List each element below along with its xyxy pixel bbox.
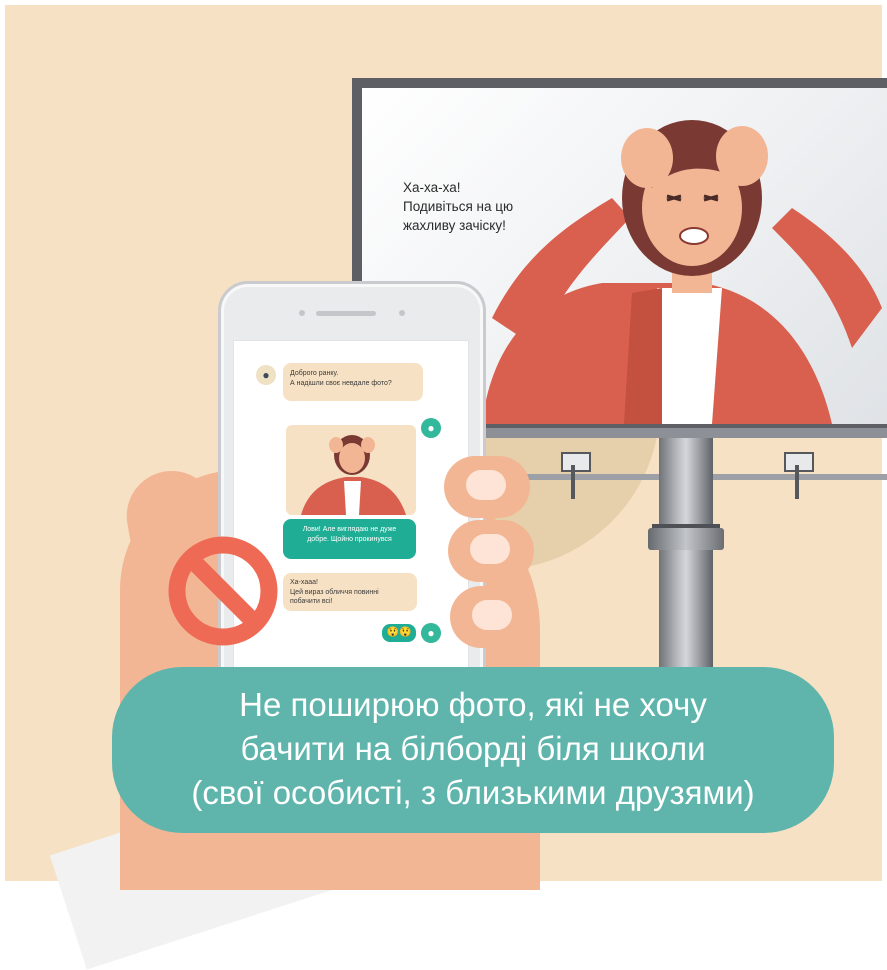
chat-message-outgoing: Лови! Але виглядаю не дуже добре. Щойно … — [283, 519, 416, 559]
person-icon: ● — [427, 626, 435, 640]
user-avatar: ● — [421, 623, 441, 643]
person-icon: ● — [427, 421, 435, 435]
message-text: добре. Щойно прокинувся — [307, 535, 392, 543]
lamp-stem — [795, 465, 799, 499]
caption-banner: Не поширюю фото, які не хочу бачити на б… — [112, 667, 834, 833]
message-text: побачити всі! — [290, 598, 333, 605]
caption-line-3: (свої особисті, з близькими друзями) — [191, 774, 755, 811]
caption-line-2: бачити на білборді біля школи — [240, 730, 706, 767]
user-avatar: ● — [421, 418, 441, 438]
fingernail — [472, 600, 512, 630]
billboard-pole — [659, 438, 713, 688]
phone-speaker — [316, 311, 376, 316]
emoji-reaction: 😲😲 — [382, 624, 416, 642]
message-text: Ха-хааа! — [290, 579, 318, 586]
message-text: Цей вираз обличчя повинні — [290, 588, 379, 596]
caption-text: Не поширюю фото, які не хочу бачити на б… — [112, 683, 834, 815]
fingernail — [466, 470, 506, 500]
phone-camera — [299, 310, 305, 316]
lamp-stem — [571, 465, 575, 499]
message-text: А надішли своє невдале фото? — [290, 379, 392, 387]
billboard-lamp — [784, 452, 814, 472]
message-text: Лови! Але виглядаю не дуже — [302, 526, 397, 533]
illustration: Ха-ха-ха! Подивіться на цю жахливу зачіс… — [0, 0, 887, 970]
caption-line-1: Не поширюю фото, які не хочу — [239, 686, 707, 723]
message-text: Доброго ранку. — [290, 370, 339, 377]
chat-message-incoming: Ха-хааа! Цей вираз обличчя повинні побач… — [283, 573, 417, 611]
contact-avatar: ● — [256, 365, 276, 385]
chat-message-incoming: Доброго ранку. А надішли своє невдале фо… — [283, 363, 423, 401]
prohibition-icon — [168, 536, 278, 646]
person-icon: ● — [262, 368, 270, 382]
phone-sensor — [399, 310, 405, 316]
woman-photo-thumbnail — [301, 435, 406, 515]
billboard-lamp — [561, 452, 591, 472]
pole-ring — [648, 528, 724, 550]
shared-photo — [286, 425, 416, 515]
fingernail — [470, 534, 510, 564]
